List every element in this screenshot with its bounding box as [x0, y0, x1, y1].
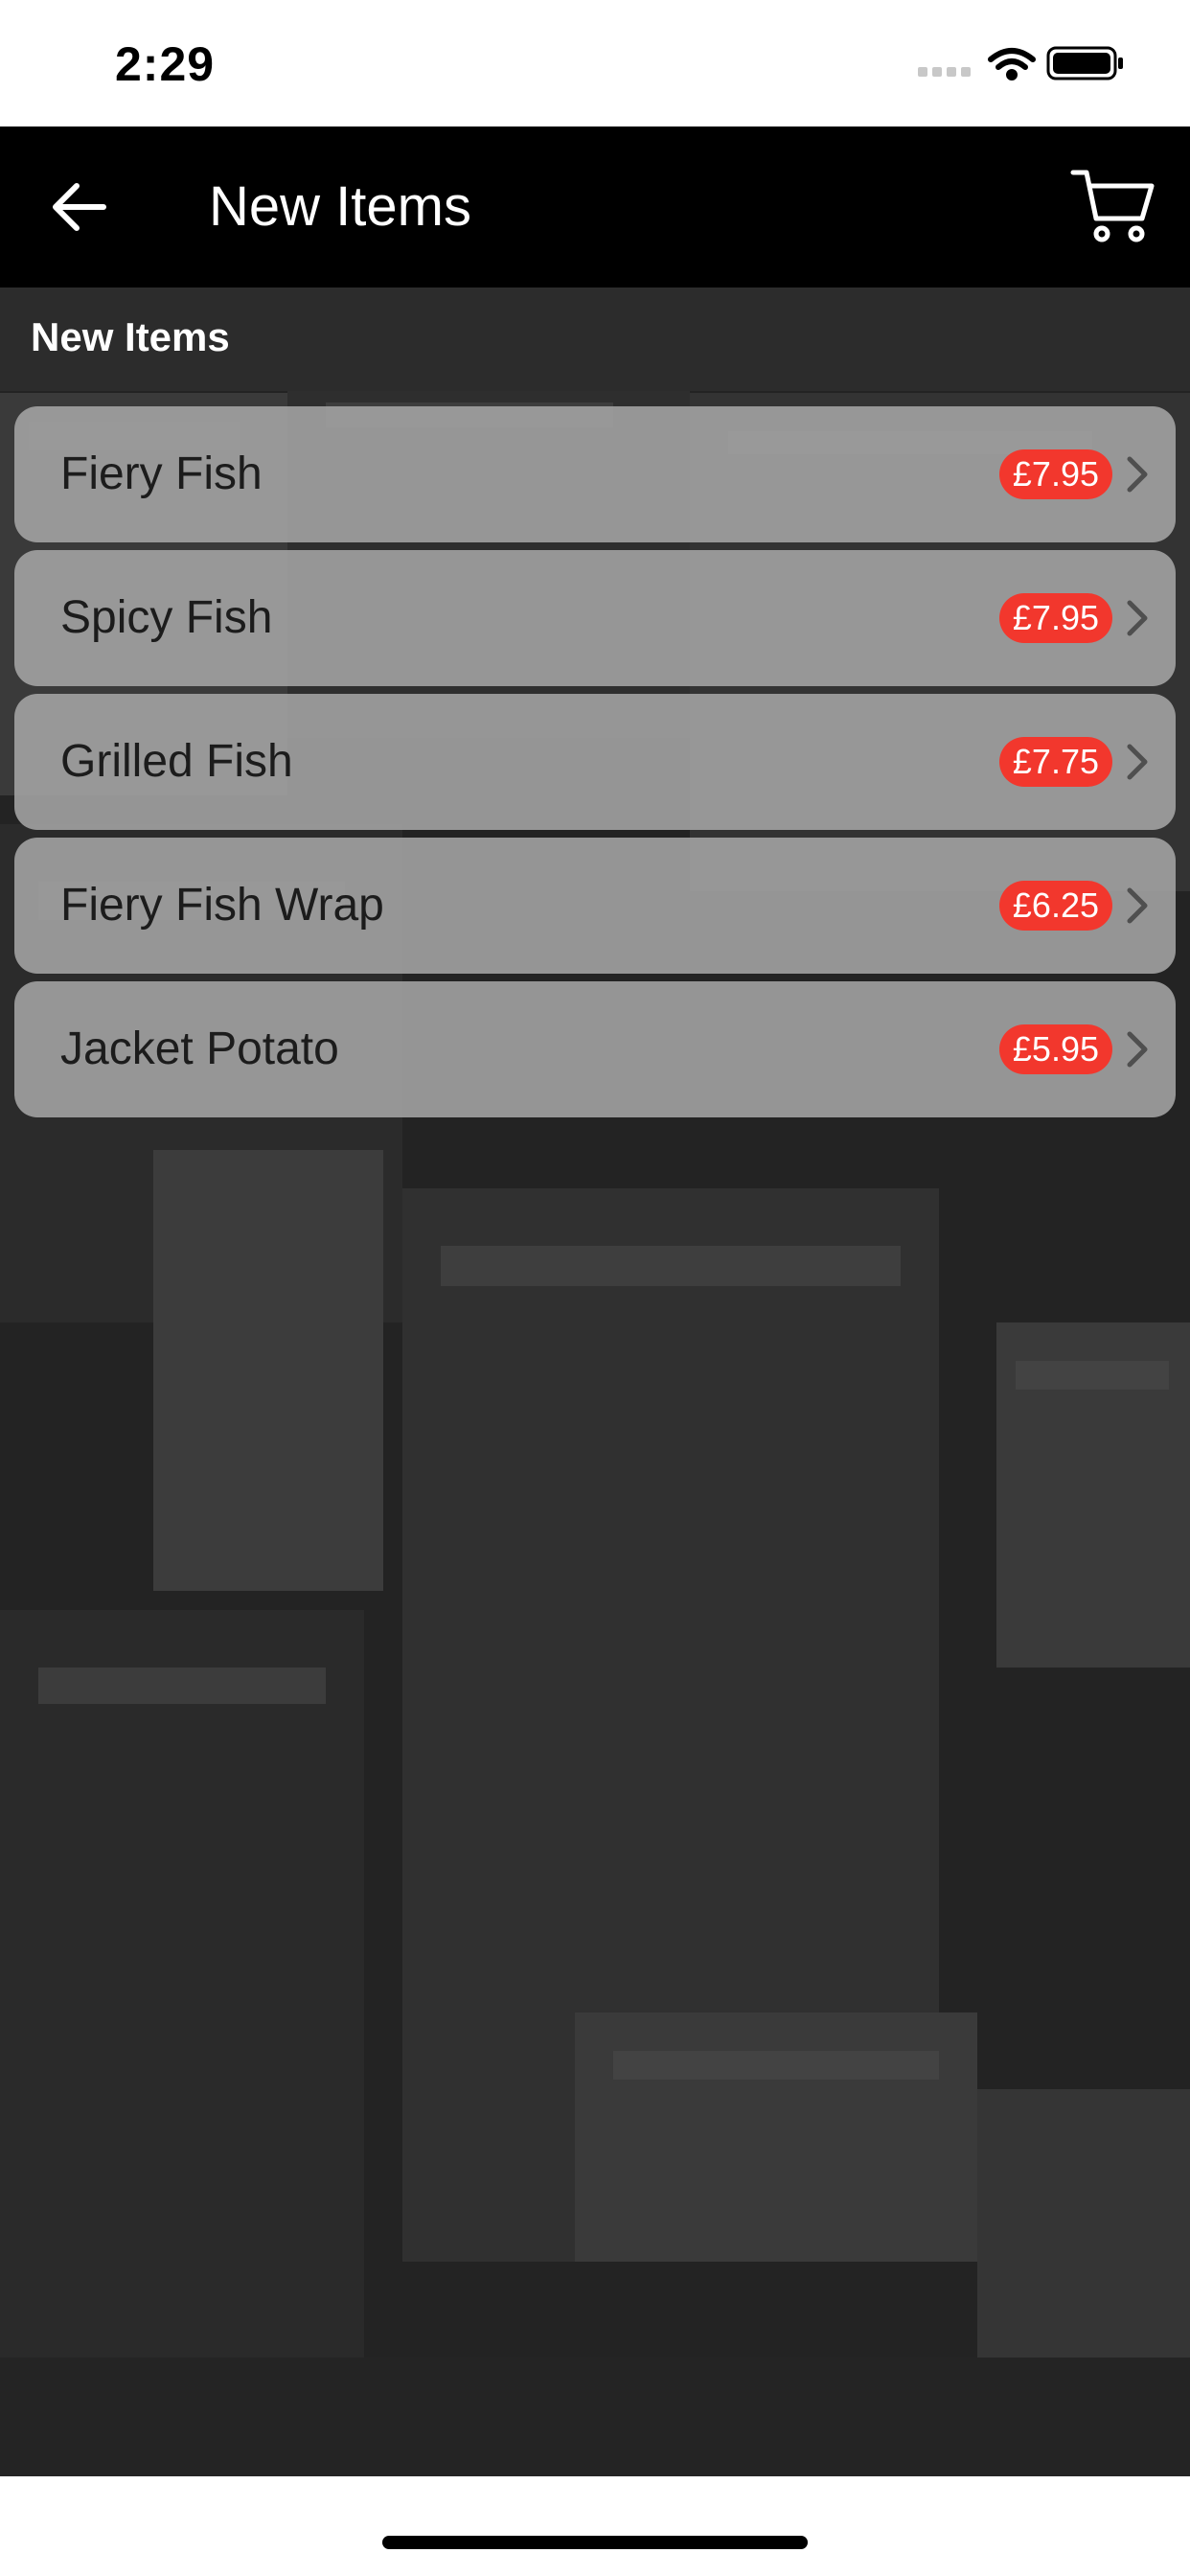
- menu-item[interactable]: Spicy Fish £7.95: [14, 550, 1176, 686]
- cart-icon: [1070, 170, 1155, 242]
- section-header-label: New Items: [31, 314, 230, 359]
- home-area: [0, 2476, 1190, 2576]
- price-badge: £7.75: [998, 737, 1112, 787]
- cart-button[interactable]: [1069, 163, 1156, 249]
- menu-list: Fiery Fish £7.95 Spicy Fish £7.95 Grille…: [14, 406, 1176, 1125]
- chevron-right-icon: [1127, 887, 1148, 924]
- chevron-right-icon: [1127, 600, 1148, 636]
- back-button[interactable]: [42, 169, 119, 245]
- battery-icon: [1046, 46, 1123, 80]
- arrow-left-icon: [53, 183, 106, 231]
- menu-item[interactable]: Jacket Potato £5.95: [14, 981, 1176, 1117]
- chevron-right-icon: [1127, 744, 1148, 780]
- page-title: New Items: [209, 175, 471, 238]
- status-time: 2:29: [115, 37, 216, 91]
- item-name: Fiery Fish: [60, 448, 263, 499]
- home-indicator[interactable]: [382, 2536, 808, 2549]
- nav-bar: New Items: [0, 126, 1190, 288]
- price-badge: £7.95: [998, 449, 1112, 499]
- item-name: Fiery Fish Wrap: [60, 880, 384, 931]
- signal-dots-icon: [918, 67, 971, 77]
- price-badge: £6.25: [998, 881, 1112, 931]
- chevron-right-icon: [1127, 456, 1148, 493]
- price-badge: £5.95: [998, 1024, 1112, 1074]
- menu-item[interactable]: Fiery Fish £7.95: [14, 406, 1176, 542]
- section-header: New Items: [0, 288, 1190, 391]
- chevron-right-icon: [1127, 1031, 1148, 1068]
- status-icons: [918, 46, 1123, 80]
- content-area: New Items Fiery Fish £7.95 Spicy Fish £7…: [0, 288, 1190, 2476]
- status-bar: 2:29: [0, 0, 1190, 126]
- item-name: Spicy Fish: [60, 592, 273, 643]
- menu-item[interactable]: Fiery Fish Wrap £6.25: [14, 838, 1176, 974]
- item-name: Jacket Potato: [60, 1024, 339, 1074]
- item-name: Grilled Fish: [60, 736, 293, 787]
- menu-item[interactable]: Grilled Fish £7.75: [14, 694, 1176, 830]
- wifi-icon: [988, 48, 1036, 80]
- price-badge: £7.95: [998, 593, 1112, 643]
